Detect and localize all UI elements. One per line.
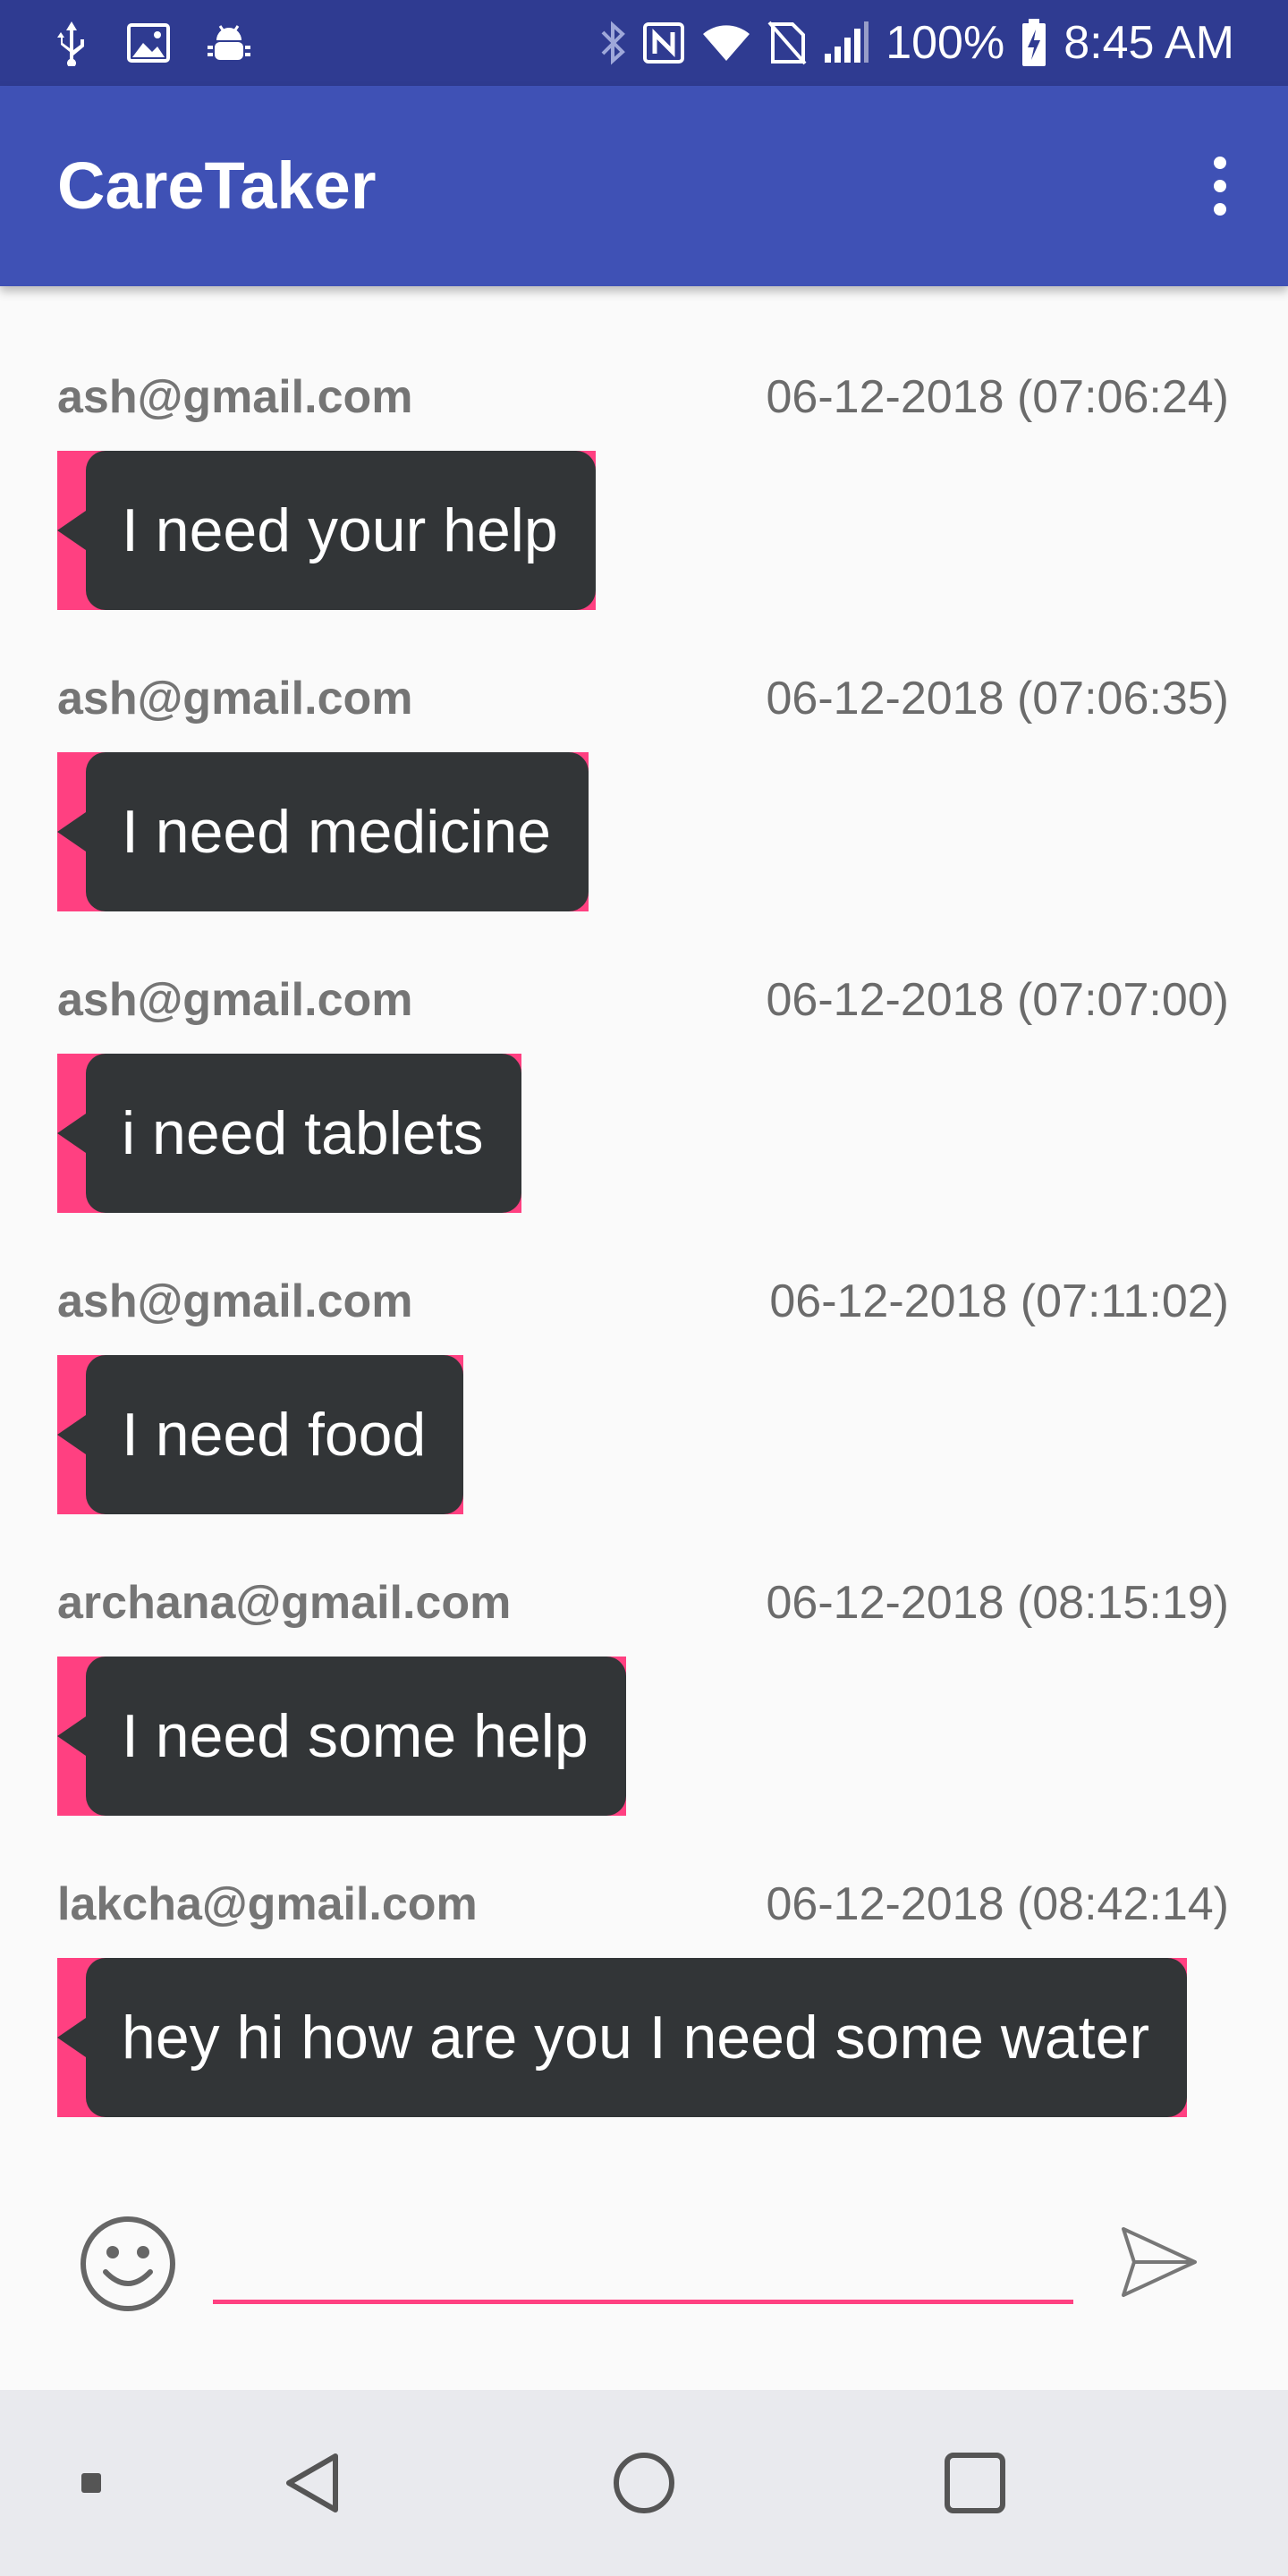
nfc-icon: [642, 21, 685, 64]
message-bubble[interactable]: I need medicine: [56, 752, 589, 911]
emoji-icon[interactable]: [79, 2215, 177, 2313]
signal-icon: [823, 21, 869, 64]
navigation-bar: [0, 2390, 1288, 2576]
no-sim-icon: [767, 21, 807, 65]
send-icon[interactable]: [1118, 2222, 1199, 2302]
image-icon: [127, 23, 170, 63]
message-sender: lakcha@gmail.com: [57, 1878, 478, 1930]
recents-icon[interactable]: [930, 2390, 1020, 2576]
home-icon[interactable]: [599, 2390, 689, 2576]
bluetooth-icon: [599, 20, 626, 66]
message-sender: ash@gmail.com: [57, 974, 413, 1026]
android-debug-icon: [208, 21, 250, 65]
message-time: 06-12-2018 (07:11:02): [769, 1275, 1229, 1327]
clock: 8:45 AM: [1063, 17, 1234, 69]
message-bubble[interactable]: i need tablets: [57, 1054, 521, 1213]
more-vert-icon[interactable]: [1193, 154, 1247, 218]
message-sender: ash@gmail.com: [57, 371, 413, 423]
message-bubble[interactable]: I need food: [56, 1355, 464, 1514]
message-time: 06-12-2018 (08:15:19): [766, 1577, 1230, 1629]
message-time: 06-12-2018 (07:06:24): [766, 371, 1230, 423]
message-bubble[interactable]: hey hi how are you I need some water: [56, 1958, 1188, 2117]
usb-icon: [54, 20, 89, 66]
composer-bar: [0, 2182, 1288, 2388]
message-bubble[interactable]: I need some help: [57, 1657, 626, 1816]
message-time: 06-12-2018 (08:42:14): [766, 1878, 1230, 1930]
status-bar: 100% 8:45 AM: [0, 0, 1288, 86]
message-sender: ash@gmail.com: [57, 1275, 413, 1327]
battery-percent: 100%: [886, 17, 1005, 69]
message-time: 06-12-2018 (07:07:00): [766, 974, 1230, 1026]
battery-charging-icon: [1021, 19, 1047, 67]
message-sender: ash@gmail.com: [57, 673, 413, 724]
message-sender: archana@gmail.com: [57, 1577, 512, 1629]
app-bar: CareTaker: [0, 86, 1288, 286]
wifi-icon: [701, 23, 751, 63]
dot-icon[interactable]: [64, 2390, 118, 2576]
message-bubble[interactable]: I need your help: [57, 451, 596, 610]
back-icon[interactable]: [268, 2390, 358, 2576]
app-title: CareTaker: [57, 148, 377, 223]
message-input[interactable]: [213, 2218, 1073, 2304]
message-time: 06-12-2018 (07:06:35): [766, 673, 1230, 724]
